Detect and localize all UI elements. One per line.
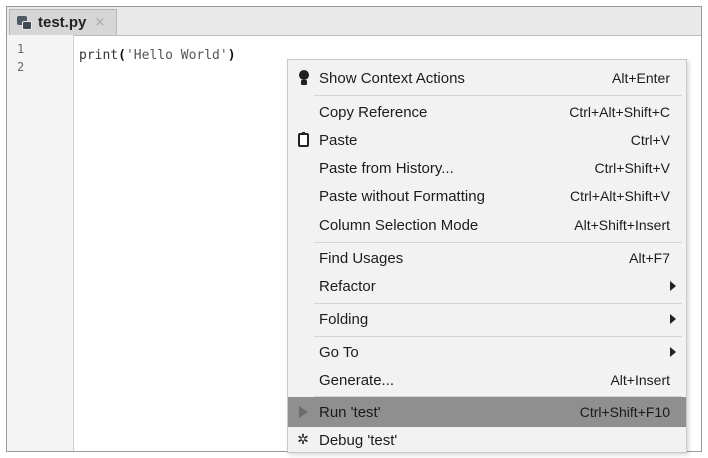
code-string: 'Hello World'	[125, 48, 228, 63]
menu-item-shortcut: Alt+F7	[629, 250, 670, 266]
menu-item-label: Copy Reference	[319, 103, 428, 121]
menu-separator	[314, 95, 682, 96]
menu-item-shortcut: Alt+Shift+Insert	[574, 217, 670, 233]
code-line-1[interactable]: print('Hello World')	[79, 48, 236, 63]
menu-item-label: Go To	[319, 343, 359, 361]
menu-item-label: Folding	[319, 310, 369, 328]
clipboard-icon	[294, 131, 312, 149]
tab-bar: test.py ×	[7, 7, 701, 36]
menu-item-shortcut: Alt+Insert	[610, 372, 670, 388]
run-icon	[294, 403, 312, 421]
submenu-arrow-icon	[670, 281, 676, 291]
submenu-arrow-icon	[670, 314, 676, 324]
line-number-2: 2	[17, 60, 25, 74]
menu-item-paste-from-history[interactable]: Paste from History... Ctrl+Shift+V	[288, 153, 686, 183]
menu-item-go-to[interactable]: Go To	[288, 337, 686, 367]
menu-item-label: Show Context Actions	[319, 69, 465, 87]
line-number-1: 1	[17, 42, 25, 56]
code-function: print	[79, 48, 119, 63]
menu-item-copy-reference[interactable]: Copy Reference Ctrl+Alt+Shift+C	[288, 97, 686, 127]
menu-item-paste-without-formatting[interactable]: Paste without Formatting Ctrl+Alt+Shift+…	[288, 181, 686, 211]
context-menu: Show Context Actions Alt+Enter Copy Refe…	[287, 59, 687, 453]
menu-item-label: Paste	[319, 131, 358, 149]
menu-item-column-selection-mode[interactable]: Column Selection Mode Alt+Shift+Insert	[288, 210, 686, 240]
menu-item-shortcut: Ctrl+Shift+V	[594, 160, 670, 176]
bug-icon: ✲	[297, 432, 309, 448]
menu-item-run-test[interactable]: Run 'test' Ctrl+Shift+F10	[288, 397, 686, 427]
tab-label: test.py	[38, 14, 87, 31]
code-close-paren: )	[227, 48, 236, 63]
python-file-icon	[16, 15, 34, 31]
menu-item-label: Generate...	[319, 371, 395, 389]
menu-item-folding[interactable]: Folding	[288, 304, 686, 334]
menu-item-shortcut: Ctrl+Alt+Shift+C	[569, 104, 670, 120]
menu-item-shortcut: Ctrl+V	[630, 132, 670, 148]
menu-item-shortcut: Ctrl+Alt+Shift+V	[570, 188, 670, 204]
menu-item-refactor[interactable]: Refactor	[288, 271, 686, 301]
submenu-arrow-icon	[670, 347, 676, 357]
menu-item-label: Paste from History...	[319, 159, 454, 177]
menu-item-find-usages[interactable]: Find Usages Alt+F7	[288, 243, 686, 273]
menu-item-label: Find Usages	[319, 249, 404, 267]
menu-item-paste[interactable]: Paste Ctrl+V	[288, 125, 686, 155]
tab-test-py[interactable]: test.py ×	[9, 9, 117, 35]
menu-item-debug-test[interactable]: ✲ Debug 'test'	[288, 425, 686, 455]
close-icon[interactable]: ×	[94, 15, 105, 30]
menu-item-shortcut: Alt+Enter	[612, 70, 670, 86]
menu-item-show-context-actions[interactable]: Show Context Actions Alt+Enter	[288, 63, 686, 93]
code-open-paren: (	[118, 48, 126, 63]
menu-item-label: Debug 'test'	[319, 431, 398, 449]
line-number-gutter: 1 2	[7, 35, 74, 451]
menu-item-shortcut: Ctrl+Shift+F10	[579, 404, 670, 420]
lightbulb-icon	[294, 69, 312, 87]
menu-item-generate[interactable]: Generate... Alt+Insert	[288, 365, 686, 395]
menu-item-label: Paste without Formatting	[319, 187, 485, 205]
menu-item-label: Run 'test'	[319, 403, 381, 421]
menu-item-label: Refactor	[319, 277, 376, 295]
menu-item-label: Column Selection Mode	[319, 216, 479, 234]
